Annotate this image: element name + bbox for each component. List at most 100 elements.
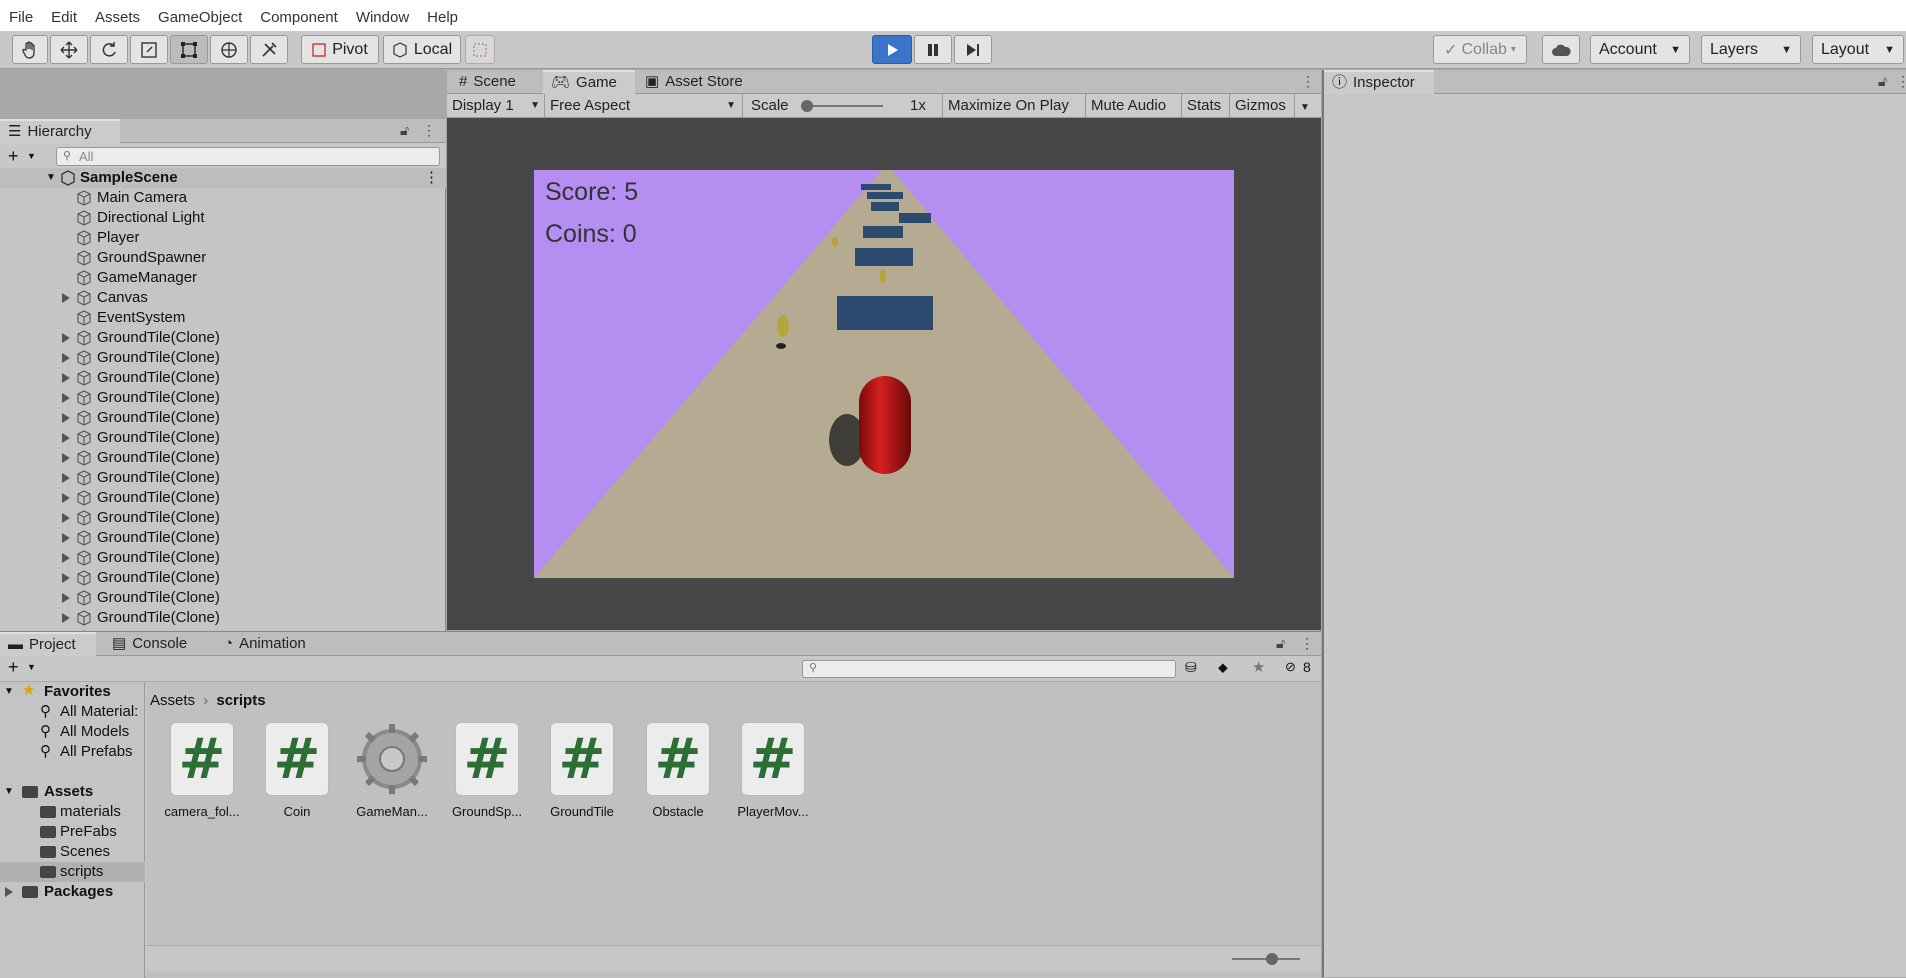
asset-item[interactable]: # camera_fol...: [157, 722, 247, 819]
more-options-icon[interactable]: ⋮: [424, 168, 439, 188]
scene-row[interactable]: ▼ SampleScene ⋮: [0, 168, 446, 188]
chevron-down-icon[interactable]: ▼: [27, 662, 36, 672]
hierarchy-item[interactable]: GroundTile(Clone): [0, 568, 446, 588]
packages-row[interactable]: Packages: [0, 882, 145, 902]
chevron-right-icon[interactable]: [62, 613, 70, 623]
hierarchy-item[interactable]: GroundSpawner: [0, 248, 446, 268]
hierarchy-item[interactable]: GroundTile(Clone): [0, 488, 446, 508]
hierarchy-item[interactable]: EventSystem: [0, 308, 446, 328]
hierarchy-item[interactable]: Directional Light: [0, 208, 446, 228]
hierarchy-item[interactable]: GroundTile(Clone): [0, 528, 446, 548]
lock-icon[interactable]: 🔓︎: [1276, 635, 1285, 652]
menu-component[interactable]: Component: [251, 0, 347, 31]
asset-item[interactable]: # Coin: [252, 722, 342, 819]
chevron-right-icon[interactable]: [62, 493, 70, 503]
hierarchy-search-input[interactable]: ⚲ All: [56, 147, 440, 166]
breadcrumb-assets[interactable]: Assets: [150, 692, 195, 709]
chevron-right-icon[interactable]: [62, 373, 70, 383]
chevron-right-icon[interactable]: [62, 553, 70, 563]
tab-game[interactable]: 🎮︎ Game: [543, 70, 635, 94]
more-options-icon[interactable]: ⋮: [1300, 635, 1314, 652]
hierarchy-item[interactable]: GroundTile(Clone): [0, 368, 446, 388]
folder-item[interactable]: Scenes: [0, 842, 145, 862]
chevron-right-icon[interactable]: [62, 573, 70, 583]
hierarchy-item[interactable]: GroundTile(Clone): [0, 328, 446, 348]
chevron-right-icon[interactable]: [62, 293, 70, 303]
menu-help[interactable]: Help: [418, 0, 467, 31]
display-dropdown[interactable]: Display 1 ▼: [447, 94, 545, 118]
pivot-toggle[interactable]: Pivot: [301, 35, 379, 64]
hierarchy-item[interactable]: Player: [0, 228, 446, 248]
lock-icon[interactable]: 🔓︎: [400, 122, 409, 139]
menu-assets[interactable]: Assets: [86, 0, 149, 31]
asset-item[interactable]: GameMan...: [347, 722, 437, 819]
chevron-right-icon[interactable]: [62, 353, 70, 363]
menu-window[interactable]: Window: [347, 0, 418, 31]
gizmos-toggle[interactable]: Gizmos: [1230, 94, 1295, 118]
hierarchy-item[interactable]: Main Camera: [0, 188, 446, 208]
chevron-right-icon[interactable]: [62, 393, 70, 403]
menu-edit[interactable]: Edit: [42, 0, 86, 31]
hierarchy-item[interactable]: GroundTile(Clone): [0, 428, 446, 448]
label-icon[interactable]: ⬥: [1218, 659, 1228, 676]
hierarchy-item[interactable]: GroundTile(Clone): [0, 608, 446, 628]
chevron-right-icon[interactable]: [62, 333, 70, 343]
aspect-dropdown[interactable]: Free Aspect ▼: [545, 94, 743, 118]
chevron-right-icon[interactable]: [62, 533, 70, 543]
tab-asset-store[interactable]: ▣ Asset Store: [637, 70, 757, 94]
favorite-item[interactable]: ⚲ All Models: [0, 722, 145, 742]
cloud-icon[interactable]: [1542, 35, 1580, 64]
gizmos-dropdown[interactable]: ▼: [1295, 94, 1321, 118]
folder-item[interactable]: materials: [0, 802, 145, 822]
hand-tool-icon[interactable]: [12, 35, 48, 64]
tab-scene[interactable]: # Scene: [451, 70, 541, 94]
collab-button[interactable]: ✓ Collab ▾: [1433, 35, 1527, 64]
menu-gameobject[interactable]: GameObject: [149, 0, 251, 31]
icon-size-slider-handle[interactable]: [1266, 953, 1278, 965]
tab-console[interactable]: ▤ Console: [104, 632, 200, 656]
tab-project[interactable]: ▬ Project: [0, 632, 96, 656]
hierarchy-item[interactable]: GroundTile(Clone): [0, 348, 446, 368]
add-icon[interactable]: +: [8, 146, 19, 167]
rect-tool-icon[interactable]: [170, 35, 208, 64]
hierarchy-item[interactable]: Canvas: [0, 288, 446, 308]
chevron-right-icon[interactable]: [62, 433, 70, 443]
chevron-right-icon[interactable]: [62, 593, 70, 603]
snap-icon[interactable]: [465, 35, 495, 64]
tab-animation[interactable]: ◔ Animation: [216, 632, 326, 656]
asset-item[interactable]: # GroundTile: [537, 722, 627, 819]
hierarchy-item[interactable]: GroundTile(Clone): [0, 588, 446, 608]
play-button[interactable]: [872, 35, 912, 64]
folder-item-selected[interactable]: scripts: [0, 862, 145, 882]
chevron-down-icon[interactable]: ▼: [27, 151, 36, 161]
chevron-right-icon[interactable]: [62, 473, 70, 483]
tab-hierarchy[interactable]: ☰ Hierarchy: [0, 119, 120, 143]
transform-tool-icon[interactable]: [210, 35, 248, 64]
scale-tool-icon[interactable]: [130, 35, 168, 64]
maximize-on-play-toggle[interactable]: Maximize On Play: [943, 94, 1086, 118]
hierarchy-item[interactable]: GroundTile(Clone): [0, 508, 446, 528]
mute-audio-toggle[interactable]: Mute Audio: [1086, 94, 1182, 118]
favorite-item[interactable]: ⚲ All Prefabs: [0, 742, 145, 762]
asset-item[interactable]: # Obstacle: [633, 722, 723, 819]
hidden-packages-icon[interactable]: ⊘: [1285, 659, 1296, 675]
star-icon[interactable]: ★: [1252, 658, 1265, 676]
chevron-right-icon[interactable]: [62, 413, 70, 423]
project-search-input[interactable]: ⚲: [802, 660, 1176, 678]
more-options-icon[interactable]: ⋮: [1896, 73, 1906, 90]
asset-item[interactable]: # PlayerMov...: [728, 722, 818, 819]
layers-dropdown[interactable]: Layers ▼: [1701, 35, 1801, 64]
breadcrumb-scripts[interactable]: scripts: [216, 692, 265, 709]
scale-slider-handle[interactable]: [801, 100, 813, 112]
tab-inspector[interactable]: ⓘ Inspector: [1324, 70, 1434, 94]
favorites-row[interactable]: ▼ ★ Favorites: [0, 682, 145, 702]
filter-type-icon[interactable]: ⛁: [1185, 659, 1197, 676]
menu-file[interactable]: File: [0, 0, 42, 31]
chevron-right-icon[interactable]: [62, 453, 70, 463]
pause-button[interactable]: [914, 35, 952, 64]
account-dropdown[interactable]: Account ▼: [1590, 35, 1690, 64]
more-options-icon[interactable]: ⋮: [422, 122, 436, 139]
favorite-item[interactable]: ⚲ All Material:: [0, 702, 145, 722]
add-icon[interactable]: +: [8, 657, 19, 678]
hierarchy-item[interactable]: GroundTile(Clone): [0, 388, 446, 408]
